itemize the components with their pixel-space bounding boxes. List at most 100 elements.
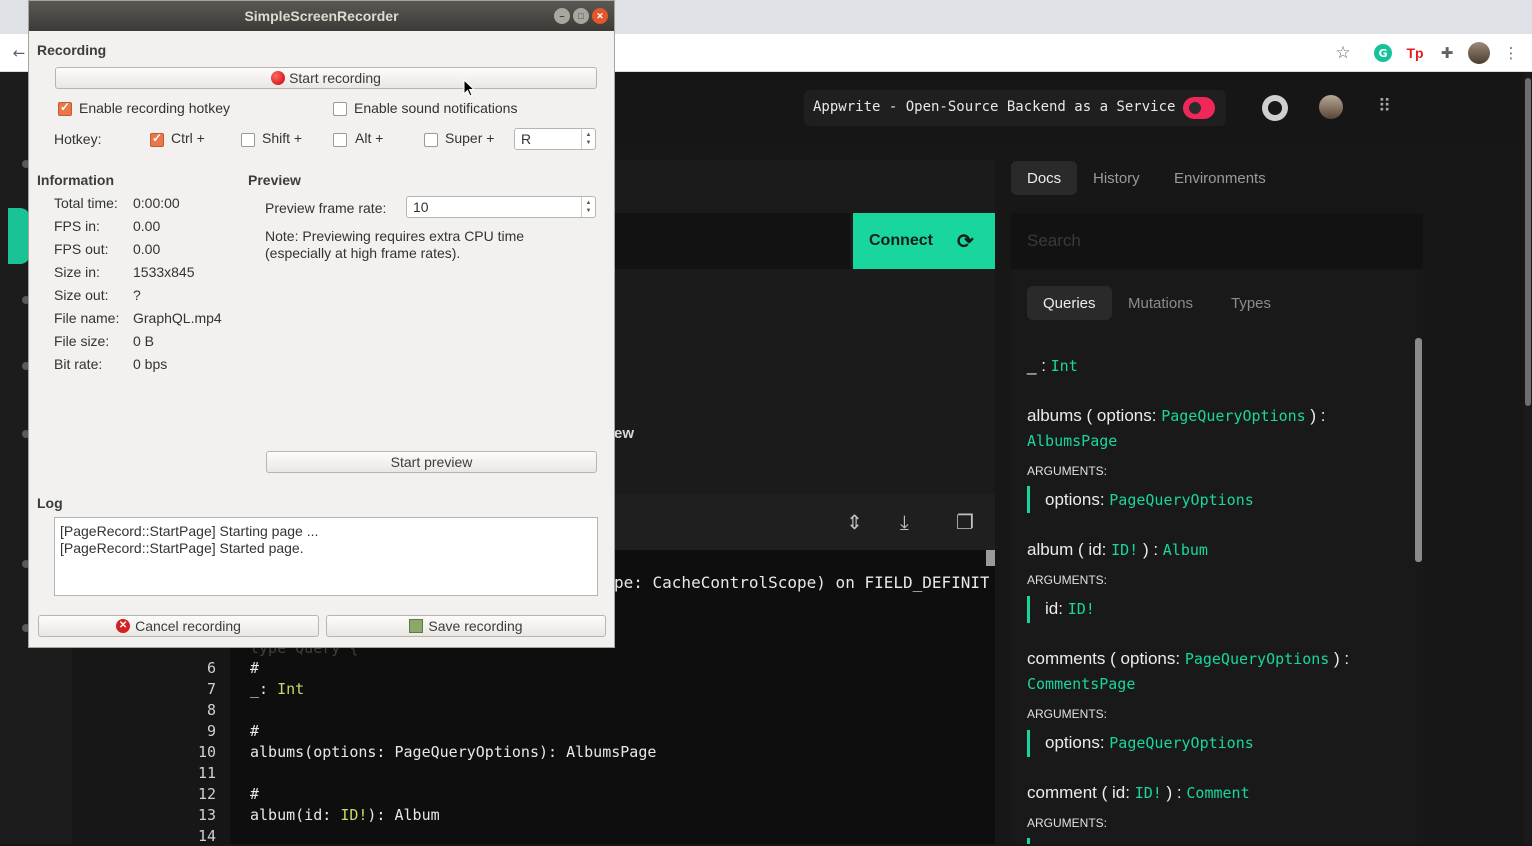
- log-line: [PageRecord::StartPage] Starting page ..…: [60, 523, 319, 539]
- schema-heading-fragment: ew: [614, 425, 635, 442]
- save-icon: [409, 619, 424, 633]
- enable-hotkey-label: Enable recording hotkey: [79, 100, 230, 116]
- github-icon[interactable]: [1262, 95, 1288, 121]
- doc-entry-album[interactable]: album ( id: ID! ) : Album: [1027, 540, 1208, 560]
- code-text: _: Int: [250, 679, 305, 698]
- argument-bar: [1027, 838, 1030, 844]
- doc-entry-comments[interactable]: comments ( options: PageQueryOptions ) :: [1027, 649, 1349, 669]
- doc-argument[interactable]: options: PageQueryOptions: [1045, 733, 1254, 753]
- code-line: 8: [206, 700, 216, 719]
- hotkey-key-select[interactable]: R ▲ ▼: [514, 128, 596, 150]
- browser-menu-icon[interactable]: ⋮: [1500, 42, 1522, 64]
- arguments-label: ARGUMENTS:: [1027, 816, 1108, 830]
- code-directive-line: pe: CacheControlScope) on FIELD_DEFINIT: [614, 573, 989, 592]
- doc-argument[interactable]: options: PageQueryOptions: [1045, 490, 1254, 510]
- code-line: 9 #: [206, 721, 260, 740]
- apps-grid-icon[interactable]: ⠿: [1378, 96, 1391, 117]
- grammarly-label: G: [1374, 44, 1392, 62]
- preview-note-line: (especially at high frame rates).: [265, 245, 461, 261]
- shift-checkbox[interactable]: [241, 133, 255, 147]
- back-arrow-icon[interactable]: ←: [8, 42, 30, 64]
- recording-heading: Recording: [37, 42, 107, 58]
- preview-rate-label: Preview frame rate:: [265, 200, 387, 216]
- hotkey-label: Hotkey:: [54, 131, 102, 147]
- log-textarea[interactable]: [PageRecord::StartPage] Starting page ..…: [54, 517, 598, 596]
- doc-entry-comments-return[interactable]: CommentsPage: [1027, 674, 1135, 694]
- start-recording-button[interactable]: Start recording: [55, 67, 597, 89]
- download-icon[interactable]: ⤓: [900, 510, 909, 534]
- log-heading: Log: [37, 495, 63, 511]
- active-rail-item[interactable]: [8, 208, 30, 264]
- tab-mutations[interactable]: Mutations: [1112, 286, 1209, 320]
- docs-search-placeholder: Search: [1027, 231, 1081, 250]
- copy-icon[interactable]: ❐: [956, 510, 974, 534]
- arguments-label: ARGUMENTS:: [1027, 573, 1108, 587]
- argument-bar: [1027, 596, 1030, 623]
- start-preview-button[interactable]: Start preview: [266, 451, 597, 473]
- minimize-icon[interactable]: –: [554, 8, 570, 24]
- ssr-titlebar[interactable]: SimpleScreenRecorder – □ ✕: [29, 1, 614, 31]
- info-value: GraphQL.mp4: [133, 310, 222, 326]
- tab-queries[interactable]: Queries: [1027, 286, 1112, 320]
- ctrl-label: Ctrl +: [171, 130, 205, 146]
- info-label: Total time:: [54, 195, 118, 211]
- page-scrollbar-thumb[interactable]: [1525, 78, 1531, 406]
- preview-rate-spinbox[interactable]: 10 ▲ ▼: [406, 196, 596, 218]
- sort-icon[interactable]: ⇕: [846, 510, 863, 534]
- doc-argument[interactable]: id: ID!: [1045, 599, 1095, 619]
- appwrite-banner-text: Appwrite - Open-Source Backend as a Serv…: [813, 99, 1176, 115]
- info-value: 0 bps: [133, 356, 168, 372]
- tp-extension-icon[interactable]: Tp: [1404, 42, 1426, 64]
- info-value: ?: [133, 287, 141, 303]
- puzzle-extensions-icon[interactable]: ✚: [1436, 42, 1458, 64]
- doc-entry-underscore[interactable]: _ : Int: [1027, 356, 1078, 376]
- ssr-window: SimpleScreenRecorder – □ ✕ Recording Sta…: [28, 0, 615, 648]
- enable-sound-checkbox[interactable]: [333, 102, 347, 116]
- preview-note-line: Note: Previewing requires extra CPU time: [265, 228, 525, 244]
- doc-entry-comment[interactable]: comment ( id: ID! ) : Comment: [1027, 783, 1250, 803]
- code-scrollbar[interactable]: [986, 550, 995, 566]
- tab-docs[interactable]: Docs: [1011, 161, 1078, 195]
- ssr-window-title: SimpleScreenRecorder: [244, 8, 399, 24]
- argument-bar: [1027, 486, 1030, 513]
- doc-entry-albums-return[interactable]: AlbumsPage: [1027, 431, 1117, 451]
- close-icon[interactable]: ✕: [592, 8, 608, 24]
- bookmark-star-icon[interactable]: ☆: [1332, 42, 1354, 64]
- connect-button[interactable]: Connect ⟳: [853, 213, 995, 269]
- super-checkbox[interactable]: [424, 133, 438, 147]
- tab-types[interactable]: Types: [1215, 286, 1287, 320]
- ctrl-checkbox[interactable]: [150, 131, 164, 147]
- code-line: 12 #: [197, 784, 260, 803]
- code-line: 7 _: Int: [206, 679, 305, 698]
- user-avatar[interactable]: [1319, 95, 1343, 119]
- code-line: 6 #: [206, 658, 260, 677]
- save-recording-button[interactable]: Save recording: [326, 615, 606, 637]
- tab-environments[interactable]: Environments: [1158, 161, 1282, 195]
- arguments-label: ARGUMENTS:: [1027, 464, 1108, 478]
- spin-arrows-icon[interactable]: ▲ ▼: [581, 129, 595, 149]
- tab-history[interactable]: History: [1077, 161, 1156, 195]
- refresh-icon: ⟳: [957, 230, 974, 253]
- docs-scrollbar[interactable]: [1415, 338, 1422, 562]
- info-label: FPS in:: [54, 218, 100, 234]
- info-label: File size:: [54, 333, 110, 349]
- record-dot-icon: [271, 71, 286, 85]
- maximize-icon[interactable]: □: [573, 8, 589, 24]
- info-label: Bit rate:: [54, 356, 103, 372]
- enable-hotkey-checkbox[interactable]: [58, 100, 72, 116]
- information-heading: Information: [37, 172, 114, 188]
- info-value: 0.00: [133, 218, 161, 234]
- grammarly-icon[interactable]: G: [1372, 42, 1394, 64]
- doc-entry-albums[interactable]: albums ( options: PageQueryOptions ) :: [1027, 406, 1326, 426]
- info-value: 0:00:00: [133, 195, 180, 211]
- info-label: FPS out:: [54, 241, 109, 257]
- alt-checkbox[interactable]: [333, 133, 347, 147]
- info-label: File name:: [54, 310, 120, 326]
- cancel-icon: ✕: [116, 619, 131, 633]
- cancel-recording-button[interactable]: ✕ Cancel recording: [38, 615, 319, 637]
- info-value: 0.00: [133, 241, 161, 257]
- profile-avatar-icon[interactable]: [1468, 42, 1490, 64]
- shift-label: Shift +: [262, 130, 303, 146]
- theme-toggle-icon[interactable]: [1183, 97, 1215, 119]
- spin-arrows-icon[interactable]: ▲ ▼: [581, 197, 595, 217]
